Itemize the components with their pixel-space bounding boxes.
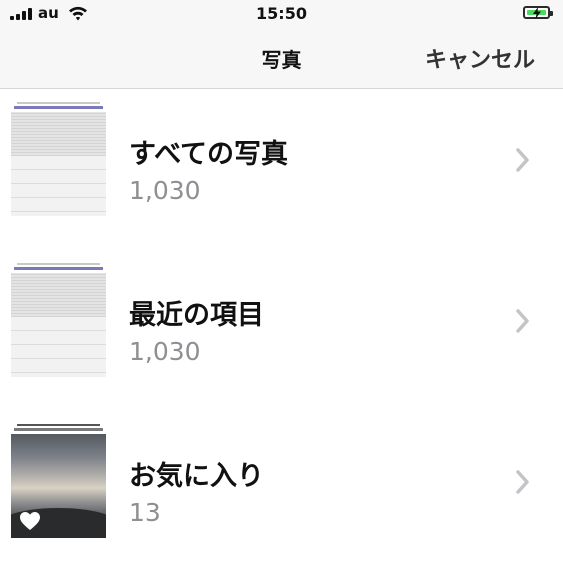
navigation-bar: 写真 キャンセル	[0, 28, 563, 89]
album-row-recents[interactable]: 最近の項目 1,030	[0, 251, 563, 391]
heart-icon	[20, 512, 40, 530]
status-time: 15:50	[256, 4, 307, 23]
cancel-button[interactable]: キャンセル	[425, 42, 535, 74]
chevron-right-icon	[516, 148, 529, 172]
battery-charging-icon	[523, 6, 553, 19]
album-name: すべての写真	[129, 139, 289, 170]
album-thumbnail	[11, 263, 106, 377]
album-count: 1,030	[129, 337, 201, 366]
album-row-all-photos[interactable]: すべての写真 1,030	[0, 90, 563, 230]
album-name: お気に入り	[129, 461, 264, 492]
chevron-right-icon	[516, 470, 529, 494]
album-row-favorites[interactable]: お気に入り 13	[0, 412, 563, 552]
album-name: 最近の項目	[129, 300, 264, 331]
album-thumbnail	[11, 102, 106, 216]
status-bar: au 15:50	[0, 0, 563, 28]
chevron-right-icon	[516, 309, 529, 333]
album-count: 13	[129, 498, 161, 527]
album-count: 1,030	[129, 176, 201, 205]
album-thumbnail	[11, 424, 106, 538]
